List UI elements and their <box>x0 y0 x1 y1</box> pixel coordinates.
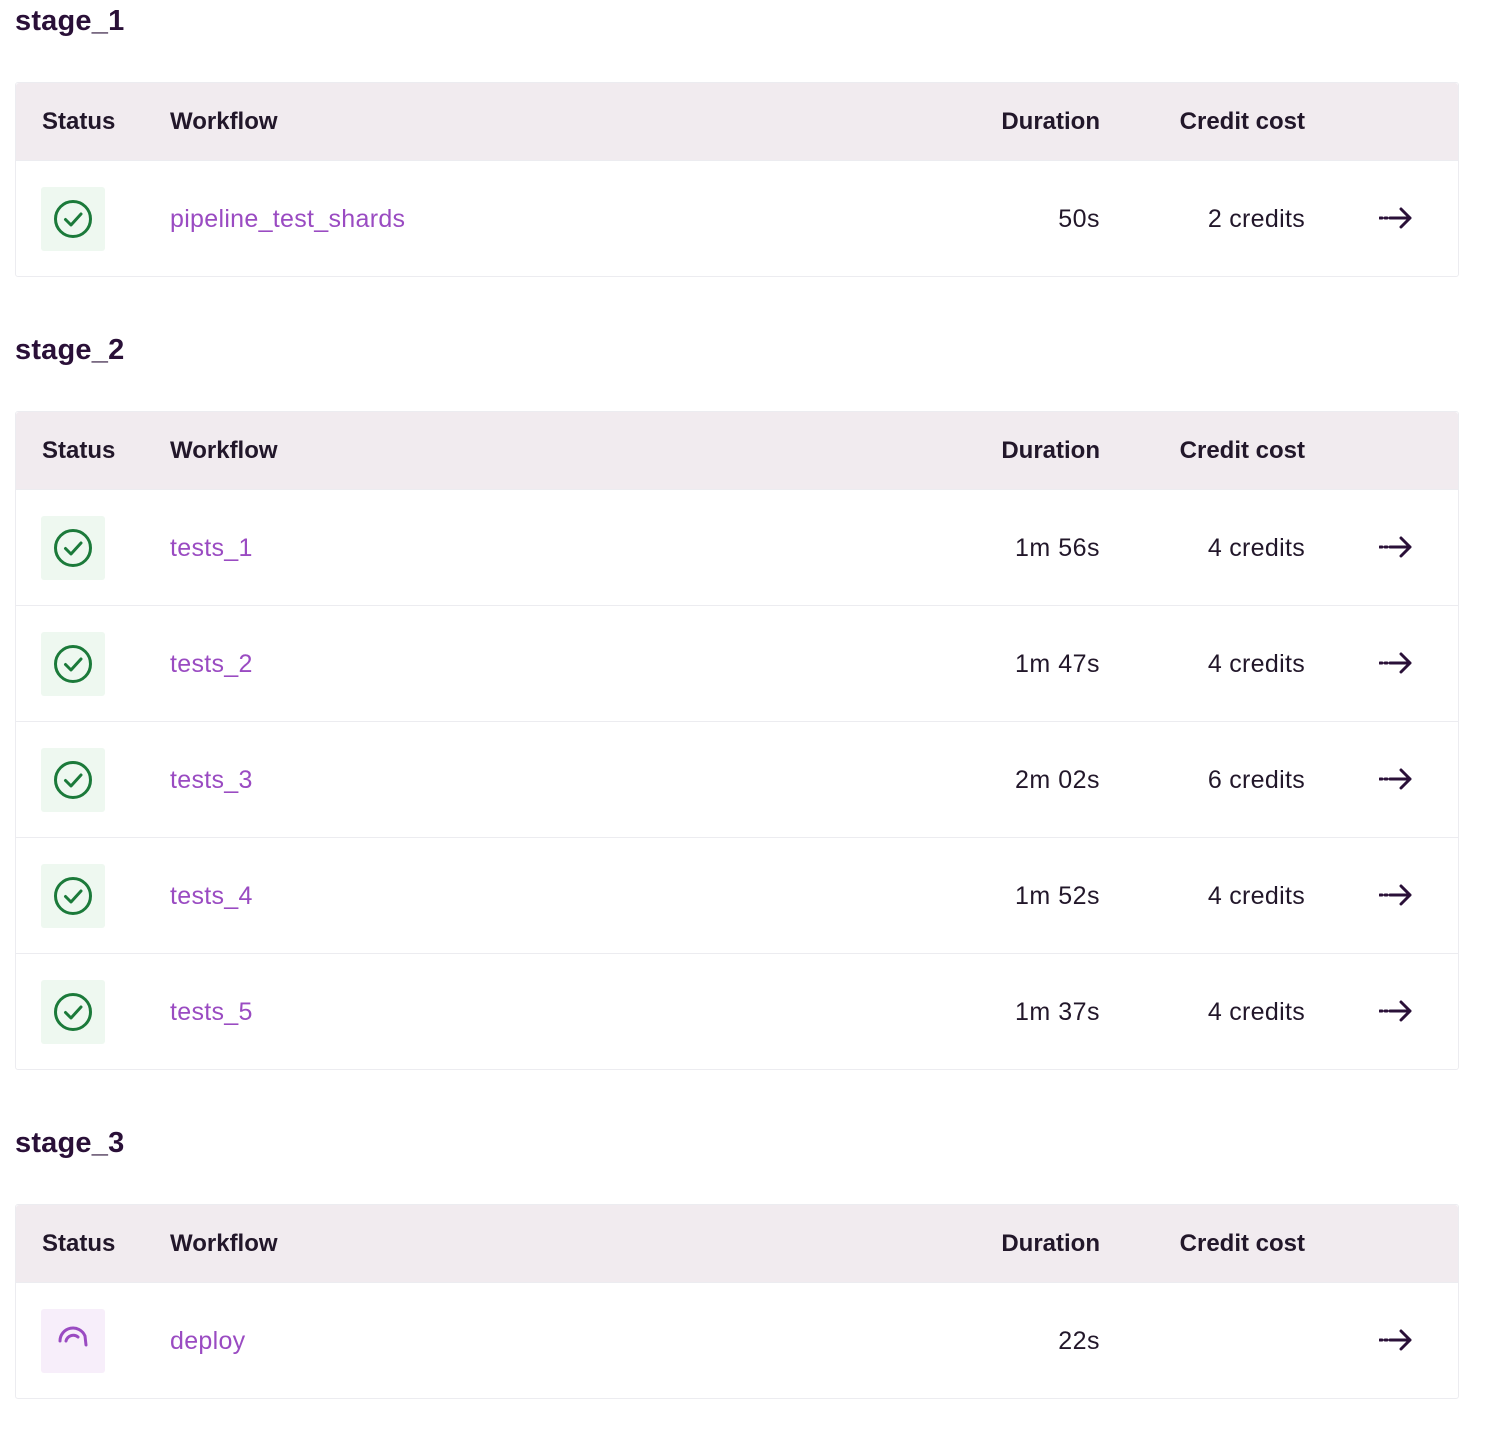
spinner-icon <box>58 1326 88 1347</box>
status-badge <box>41 980 105 1044</box>
workflow-table: Status Workflow Duration Credit cost dep… <box>15 1204 1459 1399</box>
check-circle-icon <box>54 645 92 683</box>
workflow-link[interactable]: deploy <box>170 1283 245 1399</box>
workflow-link[interactable]: pipeline_test_shards <box>170 161 405 277</box>
workflow-link[interactable]: tests_2 <box>170 606 253 722</box>
header-workflow: Workflow <box>170 437 278 464</box>
arrow-right-icon[interactable] <box>1379 766 1413 792</box>
status-badge <box>41 632 105 696</box>
header-credit-cost: Credit cost <box>1179 437 1305 464</box>
duration-value: 1m 47s <box>1015 650 1100 678</box>
header-duration: Duration <box>1001 1230 1100 1257</box>
header-duration: Duration <box>1001 437 1100 464</box>
duration-value: 2m 02s <box>1015 766 1100 794</box>
table-header: Status Workflow Duration Credit cost <box>16 1205 1458 1282</box>
check-circle-icon <box>54 761 92 799</box>
table-row: pipeline_test_shards 50s 2 credits <box>16 160 1458 276</box>
credit-value: 4 credits <box>1207 650 1305 678</box>
status-badge <box>41 864 105 928</box>
duration-value: 1m 52s <box>1015 882 1100 910</box>
table-header: Status Workflow Duration Credit cost <box>16 412 1458 489</box>
arrow-right-icon[interactable] <box>1379 998 1413 1024</box>
status-badge <box>41 516 105 580</box>
header-status: Status <box>42 108 116 135</box>
header-credit-cost: Credit cost <box>1179 1230 1305 1257</box>
header-workflow: Workflow <box>170 1230 278 1257</box>
header-workflow: Workflow <box>170 108 278 135</box>
check-circle-icon <box>54 993 92 1031</box>
workflow-table: Status Workflow Duration Credit cost tes… <box>15 411 1459 1070</box>
workflow-link[interactable]: tests_1 <box>170 490 253 606</box>
status-badge <box>41 748 105 812</box>
header-status: Status <box>42 1230 116 1257</box>
credit-value: 2 credits <box>1207 205 1305 233</box>
duration-value: 1m 37s <box>1015 998 1100 1026</box>
stage-title: stage_1 <box>15 5 125 37</box>
status-badge <box>41 1309 105 1373</box>
table-row: tests_3 2m 02s 6 credits <box>16 721 1458 837</box>
check-circle-icon <box>54 529 92 567</box>
credit-value: 4 credits <box>1207 882 1305 910</box>
check-circle-icon <box>54 200 92 238</box>
workflow-link[interactable]: tests_3 <box>170 722 253 838</box>
arrow-right-icon[interactable] <box>1379 534 1413 560</box>
table-row: tests_1 1m 56s 4 credits <box>16 489 1458 605</box>
arrow-right-icon[interactable] <box>1379 650 1413 676</box>
status-badge <box>41 187 105 251</box>
workflow-link[interactable]: tests_5 <box>170 954 253 1070</box>
table-row: tests_2 1m 47s 4 credits <box>16 605 1458 721</box>
arrow-right-icon[interactable] <box>1379 205 1413 231</box>
credit-value: 4 credits <box>1207 998 1305 1026</box>
header-status: Status <box>42 437 116 464</box>
arrow-right-icon[interactable] <box>1379 1327 1413 1353</box>
header-credit-cost: Credit cost <box>1179 108 1305 135</box>
stage-title: stage_3 <box>15 1127 125 1159</box>
workflow-link[interactable]: tests_4 <box>170 838 253 954</box>
workflow-table: Status Workflow Duration Credit cost pip… <box>15 82 1459 277</box>
duration-value: 1m 56s <box>1015 534 1100 562</box>
table-row: deploy 22s <box>16 1282 1458 1398</box>
arrow-right-icon[interactable] <box>1379 882 1413 908</box>
duration-value: 50s <box>1058 205 1100 233</box>
duration-value: 22s <box>1058 1327 1100 1355</box>
stage-title: stage_2 <box>15 334 125 366</box>
table-row: tests_4 1m 52s 4 credits <box>16 837 1458 953</box>
header-duration: Duration <box>1001 108 1100 135</box>
check-circle-icon <box>54 877 92 915</box>
table-header: Status Workflow Duration Credit cost <box>16 83 1458 160</box>
credit-value: 4 credits <box>1207 534 1305 562</box>
table-row: tests_5 1m 37s 4 credits <box>16 953 1458 1069</box>
credit-value: 6 credits <box>1207 766 1305 794</box>
